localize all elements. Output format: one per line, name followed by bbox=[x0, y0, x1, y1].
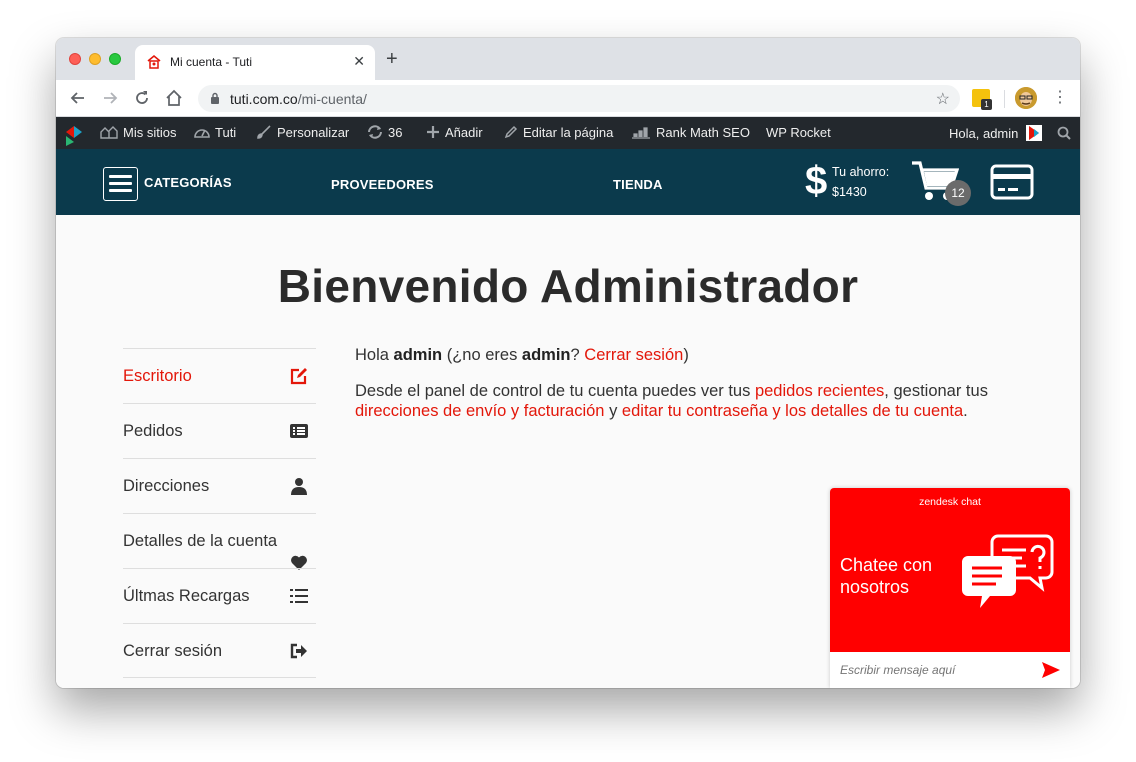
edit-account-link[interactable]: editar tu contraseña y los detalles de t… bbox=[622, 402, 963, 420]
maximize-window-button[interactable] bbox=[109, 53, 121, 65]
chat-message-input[interactable] bbox=[840, 663, 1030, 677]
menu-item-cerrar-sesion[interactable]: Cerrar sesión bbox=[123, 623, 316, 678]
edit-icon bbox=[290, 368, 307, 385]
recent-orders-link[interactable]: pedidos recientes bbox=[755, 382, 884, 400]
brush-icon bbox=[257, 125, 271, 139]
toolbar-divider bbox=[1004, 90, 1005, 108]
home-icon[interactable] bbox=[164, 88, 184, 108]
adminbar-tuti[interactable]: Tuti bbox=[194, 125, 236, 140]
adminbar-anadir[interactable]: Añadir bbox=[426, 125, 483, 140]
addresses-link[interactable]: direcciones de envío y facturación bbox=[355, 402, 604, 420]
pencil-icon bbox=[504, 125, 518, 139]
menu-label: Escritorio bbox=[123, 367, 192, 385]
browser-window: Mi cuenta - Tuti ✕ + tuti.com.co/mi-cuen… bbox=[56, 38, 1080, 688]
url-text: tuti.com.co/mi-cuenta/ bbox=[230, 91, 367, 107]
tuti-favicon-icon bbox=[147, 54, 161, 69]
menu-label: Detalles de la cuenta bbox=[123, 532, 278, 550]
adminbar-rank-math[interactable]: Rank Math SEO bbox=[631, 125, 750, 140]
site-header: CATEGORÍAS PROVEEDORES TIENDA $ Tu ahorr… bbox=[56, 149, 1080, 215]
page-title: Bienvenido Administrador bbox=[277, 260, 859, 312]
adminbar-search-icon[interactable] bbox=[1057, 126, 1071, 140]
profile-avatar[interactable] bbox=[1015, 87, 1037, 109]
menu-item-escritorio[interactable]: Escritorio bbox=[123, 348, 316, 403]
new-tab-button[interactable]: + bbox=[386, 49, 398, 69]
avatar-face-icon bbox=[1015, 87, 1037, 109]
adminbar-editar-pagina[interactable]: Editar la página bbox=[504, 125, 613, 140]
menu-item-direcciones[interactable]: Direcciones bbox=[123, 458, 316, 513]
browser-toolbar: tuti.com.co/mi-cuenta/ ☆ 1 ⋮ bbox=[56, 80, 1080, 117]
logout-link[interactable]: Cerrar sesión bbox=[584, 346, 683, 364]
dashboard-description: Desde el panel de control de tu cuenta p… bbox=[355, 382, 988, 420]
credit-card-icon[interactable] bbox=[990, 164, 1034, 200]
close-window-button[interactable] bbox=[69, 53, 81, 65]
back-icon[interactable] bbox=[68, 88, 88, 108]
chat-header[interactable]: zendesk chat Chatee con nosotros bbox=[830, 488, 1070, 652]
wp-admin-bar: Mis sitios Tuti Personalizar 36 Añadir E… bbox=[56, 117, 1080, 149]
nav-categorias[interactable]: CATEGORÍAS bbox=[144, 175, 232, 190]
saving-label: Tu ahorro: bbox=[832, 165, 890, 179]
send-icon[interactable] bbox=[1042, 662, 1060, 678]
sites-icon bbox=[100, 126, 118, 139]
nav-tienda[interactable]: TIENDA bbox=[613, 177, 663, 192]
hamburger-menu-icon[interactable] bbox=[103, 167, 138, 201]
forward-icon[interactable] bbox=[100, 88, 120, 108]
bookmark-star-icon[interactable]: ☆ bbox=[936, 89, 950, 109]
adminbar-greeting[interactable]: Hola, admin bbox=[949, 125, 1042, 141]
user-icon bbox=[291, 478, 307, 495]
saving-value: $1430 bbox=[832, 185, 867, 199]
browser-menu-icon[interactable]: ⋮ bbox=[1052, 87, 1068, 109]
chat-bubbles-icon bbox=[962, 534, 1054, 608]
adminbar-wp-rocket[interactable]: WP Rocket bbox=[766, 125, 831, 140]
chat-cta[interactable]: Chatee con nosotros bbox=[840, 554, 960, 598]
chat-input-row bbox=[830, 652, 1070, 688]
menu-label: Cerrar sesión bbox=[123, 642, 223, 660]
menu-item-detalles-cuenta[interactable]: Detalles de la cuenta bbox=[123, 513, 316, 570]
site-logo-icon[interactable] bbox=[65, 126, 83, 146]
dollar-icon: $ bbox=[805, 159, 828, 203]
extension-badge: 1 bbox=[981, 99, 992, 110]
tab-close-icon[interactable]: ✕ bbox=[353, 53, 365, 70]
rankmath-icon bbox=[632, 127, 650, 139]
list-icon bbox=[290, 424, 308, 438]
plus-icon bbox=[427, 126, 439, 138]
menu-label: Direcciones bbox=[123, 477, 210, 495]
address-bar[interactable]: tuti.com.co/mi-cuenta/ ☆ bbox=[198, 85, 960, 112]
minimize-window-button[interactable] bbox=[89, 53, 101, 65]
welcome-text: Hola admin (¿no eres admin? Cerrar sesió… bbox=[355, 345, 1015, 421]
account-navigation: Escritorio Pedidos Direcciones Detalles … bbox=[123, 348, 316, 678]
list-ol-icon bbox=[290, 589, 308, 603]
zendesk-chat-widget[interactable]: zendesk chat Chatee con nosotros bbox=[830, 488, 1070, 688]
tab-title: Mi cuenta - Tuti bbox=[170, 55, 253, 69]
dashboard-icon bbox=[194, 129, 210, 138]
adminbar-personalizar[interactable]: Personalizar bbox=[256, 125, 349, 140]
adminbar-updates[interactable]: 36 bbox=[367, 125, 402, 140]
menu-label: Últmas Recargas bbox=[123, 587, 250, 605]
reload-icon[interactable] bbox=[132, 88, 152, 108]
menu-label: Pedidos bbox=[123, 422, 183, 440]
lock-icon bbox=[211, 92, 219, 104]
greeting-line: Hola admin (¿no eres admin? Cerrar sesió… bbox=[355, 346, 689, 364]
admin-avatar-icon bbox=[1026, 125, 1042, 141]
sign-out-icon bbox=[290, 643, 307, 659]
nav-proveedores[interactable]: PROVEEDORES bbox=[331, 177, 434, 192]
adminbar-mis-sitios[interactable]: Mis sitios bbox=[100, 125, 176, 140]
chat-brand: zendesk chat bbox=[919, 496, 981, 508]
tab-mi-cuenta[interactable]: Mi cuenta - Tuti ✕ bbox=[135, 45, 375, 80]
updates-icon bbox=[368, 125, 382, 139]
menu-item-ultimas-recargas[interactable]: Últmas Recargas bbox=[123, 568, 316, 623]
menu-item-pedidos[interactable]: Pedidos bbox=[123, 403, 316, 458]
tab-strip: Mi cuenta - Tuti ✕ + bbox=[56, 38, 1080, 80]
cart-count-badge: 12 bbox=[945, 180, 971, 206]
